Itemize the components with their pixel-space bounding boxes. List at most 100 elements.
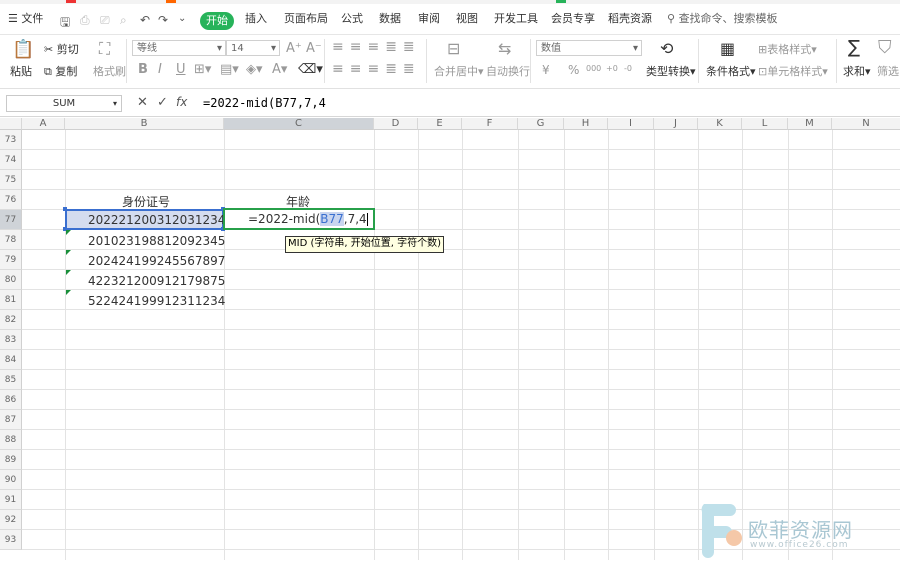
redo-icon[interactable]: ↷ [158,13,168,27]
merge-center-button[interactable]: 合并居中▾ [434,63,484,79]
cell-b77[interactable]: 202221200312031234 [88,213,225,227]
fill-color-icon[interactable]: ◈▾ [246,62,263,77]
selection-handle[interactable] [63,207,67,211]
row-header[interactable]: 93 [0,530,22,550]
row-header[interactable]: 86 [0,390,22,410]
cell-b78[interactable]: 201023198812092345 [88,234,225,248]
increase-font-icon[interactable]: A⁺ [286,41,302,56]
select-all-corner[interactable] [0,118,22,130]
currency-button[interactable]: ¥ [542,63,550,77]
row-header[interactable]: 74 [0,150,22,170]
row-header[interactable]: 75 [0,170,22,190]
main-menu-button[interactable]: ☰ 文件 [8,10,43,26]
filter-button[interactable]: 筛选 [877,63,899,79]
bold-button[interactable]: B [138,62,148,77]
column-header-c[interactable]: C [224,118,374,130]
decrease-decimal-button[interactable]: -0 [624,64,632,73]
column-header-i[interactable]: I [608,118,654,130]
tab-formulas[interactable]: 公式 [341,10,363,26]
font-name-select[interactable]: 等线 ▾ [132,40,226,56]
tab-home[interactable]: 开始 [200,12,234,30]
row-header[interactable]: 81 [0,290,22,310]
clear-icon[interactable]: ⌫▾ [298,62,323,77]
type-convert-icon[interactable]: ⟲ [660,39,673,58]
tab-data[interactable]: 数据 [379,10,401,26]
name-box[interactable]: SUM ▾ [6,95,122,112]
tab-page-layout[interactable]: 页面布局 [284,10,328,26]
column-header-b[interactable]: B [65,118,224,130]
column-header-g[interactable]: G [518,118,564,130]
column-header-f[interactable]: F [462,118,518,130]
wrap-icon[interactable]: ⇆ [498,39,511,58]
paste-icon[interactable]: 📋 [12,39,34,60]
tab-member[interactable]: 会员专享 [551,10,595,26]
decrease-font-icon[interactable]: A⁻ [306,41,322,56]
cell-c77-editor[interactable]: =2022-mid(B77,7,4 [248,212,368,226]
conditional-format-icon[interactable]: ▦ [720,39,735,58]
tab-insert[interactable]: 插入 [245,10,267,26]
quick-access-more-icon[interactable]: ⌄ [178,13,186,24]
cell-b80[interactable]: 422321200912179875 [88,274,225,288]
row-header[interactable]: 85 [0,370,22,390]
worksheet-grid[interactable]: A B C D E F G H I J K L M N 73 74 75 76 … [0,118,900,560]
row-header[interactable]: 76 [0,190,22,210]
row-header[interactable]: 87 [0,410,22,430]
cancel-icon[interactable]: ✕ [137,95,148,110]
paste-button[interactable]: 粘贴 [10,63,32,79]
column-header-d[interactable]: D [374,118,418,130]
filter-icon[interactable]: ⛉ [878,37,892,58]
horizontal-align-icons[interactable]: ≡≡≡≣≣ [332,61,421,77]
confirm-icon[interactable]: ✓ [157,95,168,110]
tab-developer[interactable]: 开发工具 [494,10,538,26]
row-header[interactable]: 91 [0,490,22,510]
save-icon[interactable]: 🖫 [60,13,70,34]
export-icon[interactable]: ⎙ [80,13,90,28]
row-header[interactable]: 73 [0,130,22,150]
border-icon[interactable]: ⊞▾ [194,62,211,77]
format-painter-icon[interactable]: ⛶ [99,39,110,59]
column-header-j[interactable]: J [654,118,698,130]
row-header[interactable]: 92 [0,510,22,530]
row-header[interactable]: 82 [0,310,22,330]
column-header-m[interactable]: M [788,118,832,130]
column-header-l[interactable]: L [742,118,788,130]
insert-function-button[interactable]: fx [176,95,187,109]
tab-view[interactable]: 视图 [456,10,478,26]
tab-review[interactable]: 审阅 [418,10,440,26]
column-header-e[interactable]: E [418,118,462,130]
copy-button[interactable]: ⧉ 复制 [44,63,77,79]
cut-button[interactable]: ✂ 剪切 [44,41,79,57]
type-convert-button[interactable]: 类型转换▾ [646,63,696,79]
number-format-select[interactable]: 数值 ▾ [536,40,642,56]
sum-button[interactable]: 求和▾ [843,63,871,79]
tab-docer-resources[interactable]: 稻壳资源 [608,10,652,26]
underline-button[interactable]: U [176,62,186,77]
cell-b76-header[interactable]: 身份证号 [122,193,170,210]
row-header[interactable]: 88 [0,430,22,450]
formula-input[interactable]: =2022-mid(B77,7,4 [203,96,326,110]
row-header[interactable]: 80 [0,270,22,290]
row-header[interactable]: 79 [0,250,22,270]
row-header[interactable]: 84 [0,350,22,370]
conditional-format-button[interactable]: 条件格式▾ [706,63,756,79]
italic-button[interactable]: I [158,62,162,77]
percent-button[interactable]: % [568,63,579,77]
row-header[interactable]: 90 [0,470,22,490]
format-painter-button[interactable]: 格式刷 [93,63,126,79]
cell-b79[interactable]: 202424199245567897 [88,254,225,268]
fill-effect-icon[interactable]: ▤▾ [220,62,239,77]
print-icon[interactable]: ⎚ [100,13,110,28]
column-header-n[interactable]: N [832,118,900,130]
sum-icon[interactable]: ∑ [848,37,860,58]
cell-b81[interactable]: 522424199912311234 [88,294,225,308]
print-preview-icon[interactable]: ⌕ [120,13,127,28]
row-header[interactable]: 83 [0,330,22,350]
column-header-h[interactable]: H [564,118,608,130]
vertical-align-icons[interactable]: ≡≡≡≣≣ [332,39,421,55]
merge-icon[interactable]: ⊟ [447,39,460,58]
row-header[interactable]: 78 [0,230,22,250]
increase-decimal-button[interactable]: +0 [606,64,618,73]
column-header-k[interactable]: K [698,118,742,130]
font-color-icon[interactable]: A▾ [272,62,287,77]
auto-wrap-button[interactable]: 自动换行 [486,63,530,79]
